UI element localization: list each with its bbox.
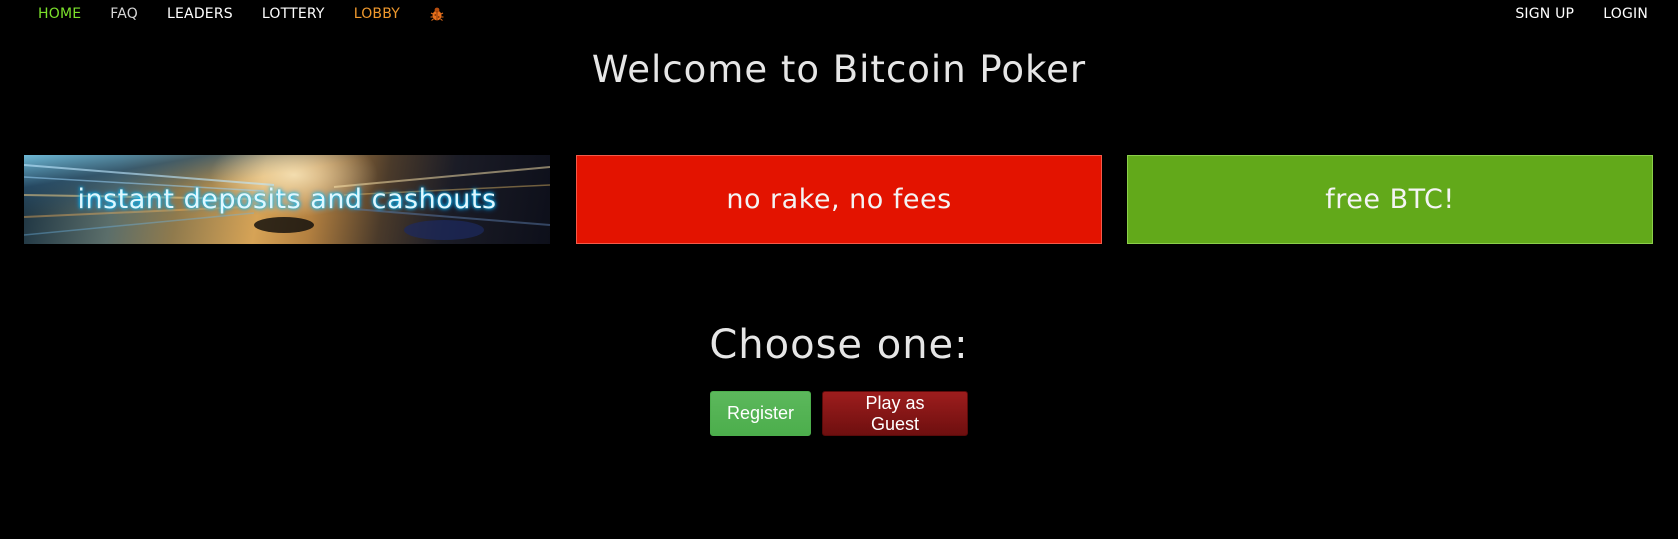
nav-signup-link[interactable]: SIGN UP [1515, 6, 1574, 22]
banner-instant-deposits-label: instant deposits and cashouts [77, 184, 497, 215]
nav-login-link[interactable]: LOGIN [1603, 6, 1648, 22]
nav-left: HOME FAQ LEADERS LOTTERY LOBBY [38, 6, 445, 22]
nav-faq-link[interactable]: FAQ [110, 6, 138, 22]
nav-lottery-link[interactable]: LOTTERY [262, 6, 325, 22]
nav-right: SIGN UP LOGIN [1486, 6, 1648, 22]
play-as-guest-button[interactable]: Play as Guest [822, 391, 968, 436]
top-nav: HOME FAQ LEADERS LOTTERY LOBBY SIGN UP L… [0, 0, 1678, 30]
banner-no-rake-label: no rake, no fees [726, 184, 952, 215]
bug-icon[interactable] [429, 6, 445, 22]
banner-no-rake[interactable]: no rake, no fees [576, 155, 1102, 244]
choose-heading: Choose one: [709, 322, 969, 368]
page-title: Welcome to Bitcoin Poker [591, 48, 1087, 91]
nav-home-link[interactable]: HOME [38, 6, 81, 22]
banner-free-btc-label: free BTC! [1325, 184, 1455, 215]
nav-leaders-link[interactable]: LEADERS [167, 6, 233, 22]
choice-buttons: Register Play as Guest [0, 391, 1678, 436]
banner-instant-deposits[interactable]: instant deposits and cashouts [24, 155, 550, 244]
register-button[interactable]: Register [710, 391, 811, 436]
nav-lobby-link[interactable]: LOBBY [354, 6, 400, 22]
banner-free-btc[interactable]: free BTC! [1127, 155, 1653, 244]
